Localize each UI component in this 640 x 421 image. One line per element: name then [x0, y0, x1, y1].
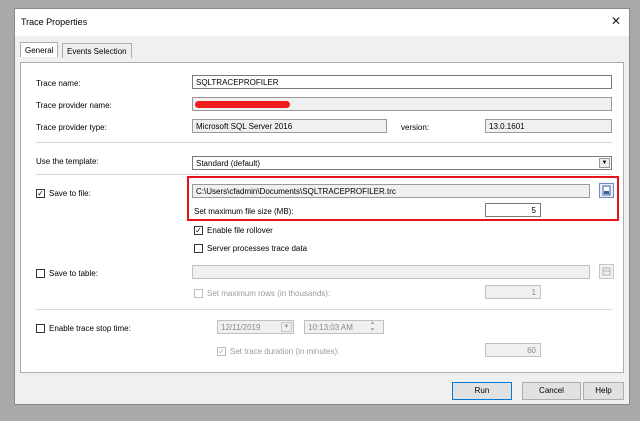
run-button[interactable]: Run: [452, 382, 512, 400]
chevron-down-icon[interactable]: ▼: [599, 158, 610, 168]
trace-name-input[interactable]: SQLTRACEPROFILER: [192, 75, 612, 89]
help-button[interactable]: Help: [583, 382, 624, 400]
provider-type-label: Trace provider type:: [36, 123, 107, 132]
template-select[interactable]: Standard (default): [192, 156, 612, 170]
general-tab-panel: Trace name: SQLTRACEPROFILER Trace provi…: [20, 62, 624, 373]
table-destination-field: [192, 265, 590, 279]
trace-properties-dialog: Trace Properties ✕ General Events Select…: [14, 8, 630, 405]
file-rollover-label: Enable file rollover: [207, 226, 273, 235]
stop-time-label: Enable trace stop time:: [49, 324, 131, 333]
trace-duration-input: 60: [485, 343, 541, 357]
version-field: 13.0.1601: [485, 119, 612, 133]
provider-name-field: [192, 97, 612, 111]
version-label: version:: [401, 123, 430, 132]
tab-general-label: General: [25, 46, 54, 55]
tab-general[interactable]: General: [20, 42, 59, 57]
server-processes-checkbox[interactable]: [194, 244, 203, 253]
title-bar: Trace Properties ✕: [15, 9, 629, 36]
trace-duration-checkbox: ✓: [217, 347, 226, 356]
max-file-size-input[interactable]: 5: [485, 203, 541, 217]
close-icon[interactable]: ✕: [611, 14, 621, 28]
chevron-down-icon: ▼: [281, 322, 292, 332]
provider-type-field: Microsoft SQL Server 2016: [192, 119, 387, 133]
provider-name-label: Trace provider name:: [36, 101, 112, 110]
spin-up-icon: ▲: [370, 320, 375, 326]
save-file-icon: [602, 185, 611, 196]
browse-table-button: [599, 264, 614, 279]
save-to-file-label: Save to file:: [49, 189, 91, 198]
max-rows-label: Set maximum rows (in thousands):: [207, 289, 331, 298]
file-rollover-checkbox[interactable]: ✓: [194, 226, 203, 235]
max-file-size-label: Set maximum file size (MB):: [194, 207, 294, 216]
trace-name-label: Trace name:: [36, 79, 81, 88]
trace-duration-label: Set trace duration (in minutes):: [230, 347, 340, 356]
template-label: Use the template:: [36, 157, 99, 166]
separator: [36, 142, 612, 143]
server-processes-label: Server processes trace data: [207, 244, 308, 253]
redaction-mark: [195, 101, 290, 108]
save-to-table-label: Save to table:: [49, 269, 98, 278]
dialog-title: Trace Properties: [21, 17, 88, 27]
separator: [36, 174, 612, 175]
tab-events-selection[interactable]: Events Selection: [62, 43, 132, 58]
stop-time-checkbox[interactable]: [36, 324, 45, 333]
time-spinner: ▲ ▼: [370, 320, 375, 334]
table-icon: [602, 267, 611, 276]
spin-down-icon: ▼: [370, 327, 375, 333]
tab-events-selection-label: Events Selection: [67, 47, 127, 56]
cancel-button[interactable]: Cancel: [522, 382, 581, 400]
max-rows-input: 1: [485, 285, 541, 299]
file-path-field: C:\Users\cfadmin\Documents\SQLTRACEPROFI…: [192, 184, 590, 198]
separator: [36, 309, 612, 310]
max-rows-checkbox: [194, 289, 203, 298]
save-to-file-checkbox[interactable]: ✓: [36, 189, 45, 198]
browse-file-button[interactable]: [599, 183, 614, 198]
save-to-table-checkbox[interactable]: [36, 269, 45, 278]
